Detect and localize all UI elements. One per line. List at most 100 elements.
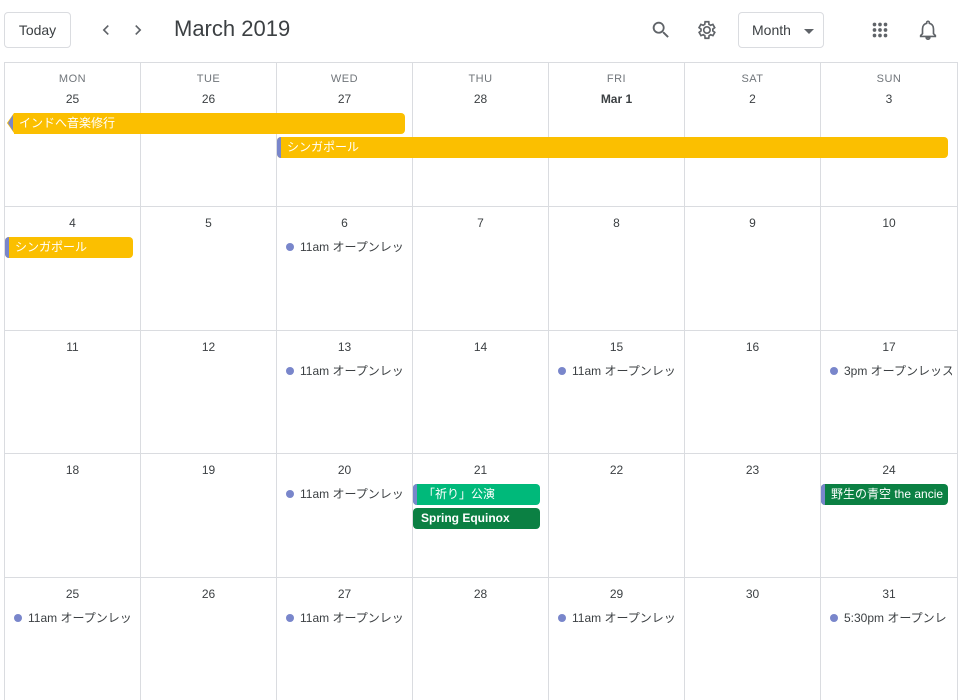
day-number[interactable]: 30	[685, 587, 820, 601]
day-cell[interactable]: 9	[685, 207, 821, 330]
day-cell[interactable]: 20	[277, 454, 413, 577]
day-number[interactable]: 4	[5, 216, 140, 230]
event-chip-spring-equinox[interactable]: Spring Equinox	[413, 508, 540, 529]
apps-button[interactable]	[864, 14, 896, 46]
event-item[interactable]: 11am オープンレッ	[286, 361, 408, 382]
event-item[interactable]: 11am オープンレッ	[286, 237, 408, 258]
day-cell[interactable]: TUE 26	[141, 63, 277, 206]
next-month-button[interactable]	[123, 15, 153, 45]
day-cell[interactable]: 29	[549, 578, 685, 700]
day-number[interactable]: 13	[277, 340, 412, 354]
day-number[interactable]: 8	[549, 216, 684, 230]
event-chip-inori[interactable]: 「祈り」公演	[413, 484, 540, 505]
day-number[interactable]: 7	[413, 216, 548, 230]
day-number[interactable]: 22	[549, 463, 684, 477]
day-number[interactable]: 5	[141, 216, 276, 230]
search-button[interactable]	[645, 14, 677, 46]
event-item[interactable]: 5:30pm オープンレ	[830, 608, 952, 629]
day-number[interactable]: 25	[5, 587, 140, 601]
event-item[interactable]: 11am オープンレッ	[558, 608, 680, 629]
page-title: March 2019	[174, 16, 291, 41]
view-select[interactable]: Month	[738, 12, 824, 48]
event-item[interactable]: 11am オープンレッ	[286, 608, 408, 629]
day-cell[interactable]: 28	[413, 578, 549, 700]
settings-button[interactable]	[690, 14, 722, 46]
day-number[interactable]: 20	[277, 463, 412, 477]
day-cell[interactable]: 12	[141, 331, 277, 453]
day-cell[interactable]: 25	[5, 578, 141, 700]
day-cell[interactable]: 10	[821, 207, 958, 330]
event-label: 11am オープンレッ	[28, 611, 132, 625]
day-cell[interactable]: 23	[685, 454, 821, 577]
day-cell[interactable]: 19	[141, 454, 277, 577]
day-number[interactable]: Mar 1	[549, 92, 684, 106]
day-cell[interactable]: SAT 2	[685, 63, 821, 206]
day-cell[interactable]: 31	[821, 578, 958, 700]
day-cell[interactable]: 27	[277, 578, 413, 700]
month-grid: MON 25 TUE 26 WED 27 THU 28 FRI Mar 1 SA…	[4, 62, 958, 700]
notifications-button[interactable]	[912, 14, 944, 46]
day-number[interactable]: 18	[5, 463, 140, 477]
day-number[interactable]: 29	[549, 587, 684, 601]
day-number[interactable]: 28	[413, 587, 548, 601]
event-item[interactable]: 11am オープンレッ	[286, 484, 408, 505]
day-number[interactable]: 27	[277, 587, 412, 601]
day-number[interactable]: 26	[141, 587, 276, 601]
day-number[interactable]: 25	[5, 92, 140, 106]
event-chip-yasei[interactable]: 野生の青空 the ancie	[821, 484, 948, 505]
day-number[interactable]: 3	[821, 92, 957, 106]
day-cell[interactable]: 17	[821, 331, 958, 453]
day-number[interactable]: 15	[549, 340, 684, 354]
day-cell[interactable]: 5	[141, 207, 277, 330]
day-cell[interactable]: 4	[5, 207, 141, 330]
day-cell[interactable]: 26	[141, 578, 277, 700]
event-item[interactable]: 11am オープンレッ	[558, 361, 680, 382]
event-dot	[286, 613, 294, 622]
day-cell[interactable]: 14	[413, 331, 549, 453]
day-number[interactable]: 2	[685, 92, 820, 106]
day-number[interactable]: 23	[685, 463, 820, 477]
day-number[interactable]: 19	[141, 463, 276, 477]
day-number[interactable]: 16	[685, 340, 820, 354]
day-cell[interactable]: 7	[413, 207, 549, 330]
day-cell[interactable]: 18	[5, 454, 141, 577]
day-number[interactable]: 17	[821, 340, 957, 354]
day-cell[interactable]: 16	[685, 331, 821, 453]
previous-month-button[interactable]	[91, 15, 121, 45]
day-cell[interactable]: 11	[5, 331, 141, 453]
event-chip-india-music[interactable]: インドへ音楽修行	[14, 113, 405, 134]
day-cell[interactable]: SUN 3	[821, 63, 958, 206]
day-number[interactable]: 9	[685, 216, 820, 230]
event-dot	[14, 613, 22, 622]
day-cell[interactable]: 8	[549, 207, 685, 330]
event-dot	[830, 613, 838, 622]
event-label: 11am オープンレッ	[300, 240, 404, 254]
day-number[interactable]: 6	[277, 216, 412, 230]
event-item[interactable]: 11am オープンレッ	[14, 608, 136, 629]
day-cell[interactable]: MON 25	[5, 63, 141, 206]
day-cell[interactable]: WED 27	[277, 63, 413, 206]
event-item[interactable]: 3pm オープンレッス	[830, 361, 952, 382]
today-button[interactable]: Today	[4, 12, 71, 48]
day-number[interactable]: 24	[821, 463, 957, 477]
day-cell[interactable]: 13	[277, 331, 413, 453]
day-cell[interactable]: 22	[549, 454, 685, 577]
day-number[interactable]: 11	[5, 340, 140, 354]
day-number[interactable]: 21	[413, 463, 548, 477]
day-number[interactable]: 10	[821, 216, 957, 230]
event-chip-singapore[interactable]: シンガポール	[5, 237, 133, 258]
day-cell[interactable]: THU 28	[413, 63, 549, 206]
day-number[interactable]: 14	[413, 340, 548, 354]
day-cell[interactable]: 6	[277, 207, 413, 330]
day-number[interactable]: 28	[413, 92, 548, 106]
day-cell[interactable]: 30	[685, 578, 821, 700]
day-number[interactable]: 12	[141, 340, 276, 354]
day-number[interactable]: 31	[821, 587, 957, 601]
day-cell[interactable]: 15	[549, 331, 685, 453]
day-cell[interactable]: FRI Mar 1	[549, 63, 685, 206]
day-cell[interactable]: 24	[821, 454, 958, 577]
event-chip-singapore[interactable]: シンガポール	[277, 137, 948, 158]
day-number[interactable]: 27	[277, 92, 412, 106]
day-number[interactable]: 26	[141, 92, 276, 106]
continues-arrow-icon	[7, 113, 14, 133]
